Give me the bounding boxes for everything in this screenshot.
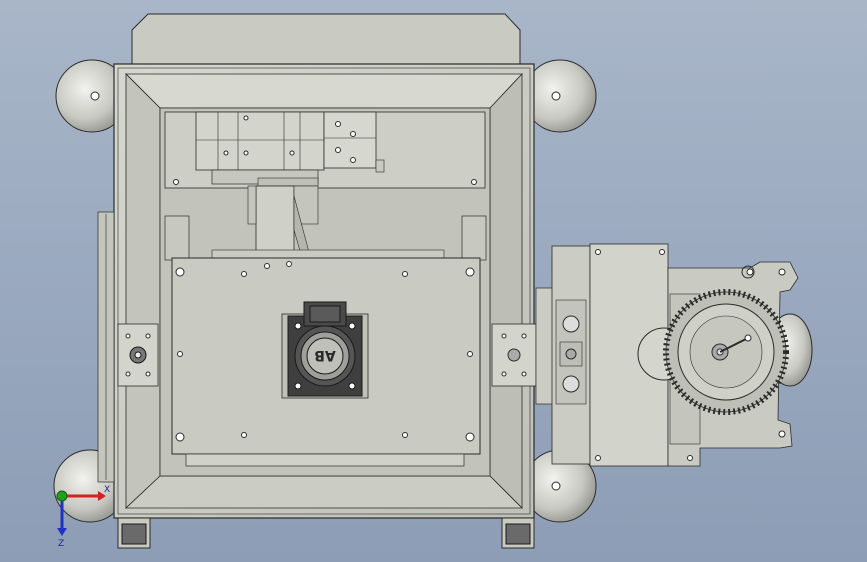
top-cover-plate[interactable] — [131, 13, 521, 67]
triad-axis-x-label: X — [104, 485, 110, 495]
actuator-base — [211, 169, 319, 187]
servo-motor[interactable]: AB — [281, 301, 369, 399]
wheel-top-right[interactable] — [523, 59, 597, 133]
foot-bottom-right — [501, 517, 535, 549]
valve-block[interactable] — [323, 111, 385, 173]
drive-gear[interactable] — [663, 289, 789, 415]
triad-axis-z-label: Z — [58, 539, 64, 549]
side-rail-left — [164, 215, 190, 261]
vertical-column[interactable] — [247, 185, 319, 259]
linear-actuator-block[interactable] — [195, 111, 325, 171]
cad-viewport[interactable]: AB X Z — [0, 0, 867, 562]
foot-bottom-left — [117, 517, 151, 549]
right-mount-bracket[interactable] — [491, 323, 537, 387]
motor-logo: AB — [314, 347, 336, 363]
side-rail-right — [461, 215, 487, 261]
